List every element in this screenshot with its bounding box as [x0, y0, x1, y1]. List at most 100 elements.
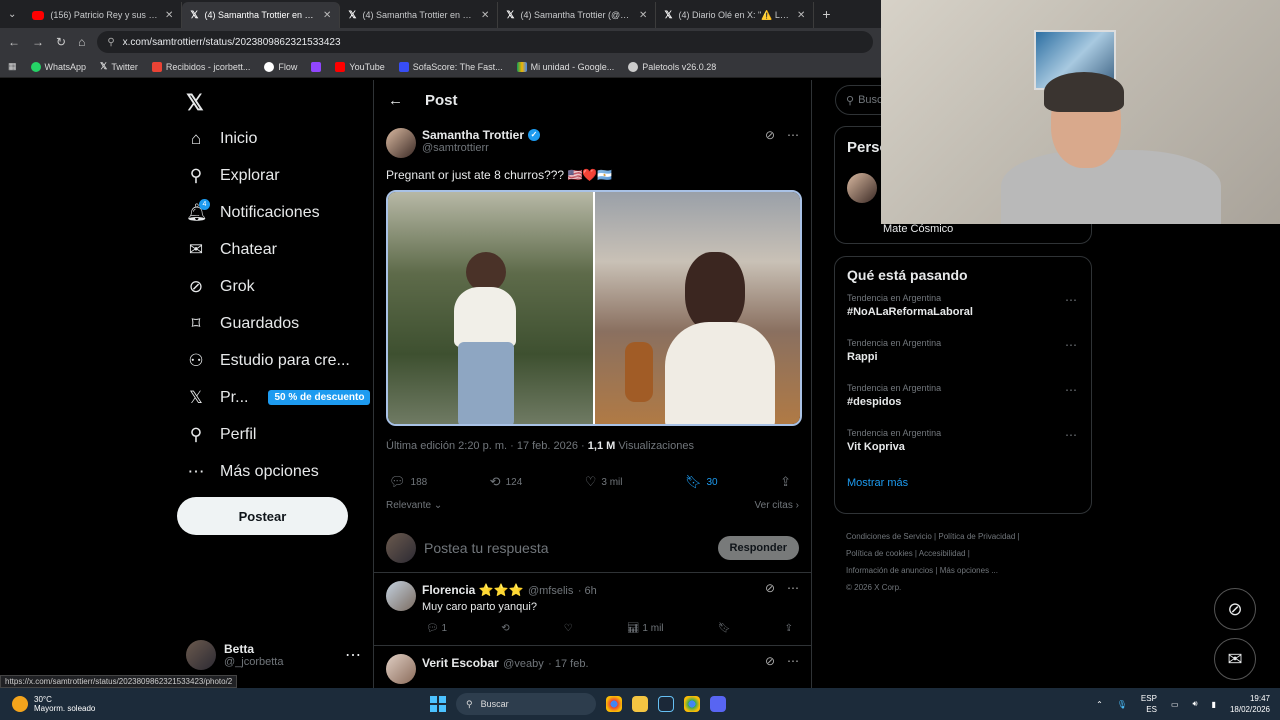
grok-float-button[interactable]: ⊘ [1214, 588, 1256, 630]
grok-icon[interactable]: ⊘ [765, 654, 775, 684]
repost-icon[interactable]: ⟲ [501, 623, 509, 634]
reply-input[interactable]: Postea tu respuesta [424, 540, 710, 556]
share-icon[interactable]: ⇪ [785, 623, 793, 634]
account-switcher[interactable]: Betta @_jcorbetta ⋯ [186, 640, 361, 670]
reply-button[interactable]: 💬︎ 1 [426, 623, 447, 634]
url-field[interactable]: ⚲ x.com/samtrottierr/status/2023809862321… [97, 31, 873, 53]
like-button[interactable]: ♡ 3 mil [585, 474, 623, 490]
post-button[interactable]: Postear [177, 497, 348, 535]
sidebar-item-chatear[interactable]: ✉ Chatear [178, 231, 374, 268]
forward-icon[interactable]: → [32, 35, 44, 49]
author-name[interactable]: Samantha Trottier [422, 128, 524, 142]
share-button[interactable]: ⇪ [780, 474, 791, 490]
reply-avatar[interactable] [386, 581, 416, 611]
sidebar-item-grok[interactable]: ⊘ Grok [178, 268, 374, 305]
back-arrow-icon[interactable]: ← [388, 92, 403, 109]
heart-icon[interactable]: ♡ [564, 623, 573, 634]
post-photo-2[interactable] [593, 192, 800, 424]
x-logo-icon[interactable]: 𝕏 [178, 90, 374, 120]
browser-tab-youtube[interactable]: (156) Patricio Rey y sus Redondi✕ [24, 2, 183, 28]
footer-link[interactable]: Política de Privacidad [938, 532, 1015, 541]
grok-icon[interactable]: ⊘ [765, 128, 775, 142]
weather-widget[interactable]: 30°C Mayorm. soleado [0, 695, 430, 713]
tab-menu-icon[interactable]: ⌄ [0, 9, 24, 20]
steam-icon[interactable] [658, 696, 674, 712]
new-tab-icon[interactable]: + [814, 6, 830, 22]
back-icon[interactable]: ← [8, 35, 20, 49]
sidebar-item-inicio[interactable]: ⌂ Inicio [178, 120, 374, 157]
more-icon[interactable]: ⋯ [787, 581, 799, 613]
site-info-icon[interactable]: ⚲ [107, 37, 114, 48]
reply-avatar[interactable] [386, 654, 416, 684]
footer-link[interactable]: Información de anuncios [846, 566, 933, 575]
more-icon[interactable]: ⋯ [1065, 338, 1077, 352]
grok-icon[interactable]: ⊘ [765, 581, 775, 613]
bookmark-whatsapp[interactable]: WhatsApp [30, 61, 86, 72]
footer-link[interactable]: Política de cookies [846, 549, 913, 558]
reply-button[interactable]: 💬︎ 188 [389, 474, 427, 490]
bookmark-drive[interactable]: Mi unidad - Google... [516, 61, 614, 72]
close-icon[interactable]: ✕ [797, 10, 805, 21]
more-icon[interactable]: ⋯ [1065, 428, 1077, 442]
close-icon[interactable]: ✕ [323, 10, 331, 21]
browser-tab[interactable]: 𝕏(4) Samantha Trottier en X: "Gra✕ [340, 2, 499, 28]
quotes-link[interactable]: Ver citas › [755, 500, 799, 511]
microphone-icon[interactable]: 🎙︎ [1117, 700, 1127, 709]
reply-item[interactable]: Verit Escobar @veaby · 17 feb. ⊘ ⋯ [374, 646, 811, 688]
more-icon[interactable]: ⋯ [787, 128, 799, 142]
sidebar-item-premium[interactable]: 𝕏 Pr... 50 % de descuento [178, 379, 374, 416]
footer-link[interactable]: Condiciones de Servicio [846, 532, 932, 541]
more-icon[interactable]: ⋯ [787, 654, 799, 684]
sidebar-item-mas-opciones[interactable]: ⋯ Más opciones [178, 453, 374, 490]
bookmark-button[interactable]: 🔖︎ 30 [685, 474, 718, 490]
more-icon[interactable]: ⋯ [1065, 383, 1077, 397]
trend-item[interactable]: Tendencia en Argentina Vit Kopriva ⋯ [835, 428, 1091, 473]
bookmark-paletools[interactable]: Paletools v26.0.28 [628, 61, 716, 72]
bookmark-gmail[interactable]: Recibidos - jcorbett... [151, 61, 250, 72]
reply-item[interactable]: Florencia ⭐⭐⭐ @mfselis · 6h Muy caro par… [374, 573, 811, 646]
bookmark-twitch[interactable] [311, 61, 322, 72]
browser-tab[interactable]: 𝕏(4) Diario Olé en X: "⚠️ La defe✕ [656, 2, 815, 28]
repost-button[interactable]: ⟲ 124 [490, 474, 523, 490]
show-more-link[interactable]: Mostrar más [835, 477, 1091, 489]
post-photo-1[interactable] [388, 192, 593, 424]
trend-item[interactable]: Tendencia en Argentina #despidos ⋯ [835, 383, 1091, 428]
footer-link[interactable]: Accesibilidad [919, 549, 966, 558]
close-icon[interactable]: ✕ [639, 10, 647, 21]
close-icon[interactable]: ✕ [165, 10, 173, 21]
footer-link[interactable]: Más opciones ... [940, 566, 998, 575]
bookmark-flow[interactable]: Flow [264, 61, 297, 72]
chrome-icon[interactable] [684, 696, 700, 712]
sort-dropdown[interactable]: Relevante ⌄ [386, 500, 442, 511]
file-explorer-icon[interactable] [632, 696, 648, 712]
author-avatar[interactable] [386, 128, 416, 158]
bookmark-sofascore[interactable]: SofaScore: The Fast... [398, 61, 503, 72]
author-handle[interactable]: @samtrottierr [422, 142, 759, 154]
network-icon[interactable]: ▭ [1171, 700, 1179, 709]
browser-tab-active[interactable]: 𝕏(4) Samantha Trottier en X: "Pre✕ [182, 2, 341, 28]
more-icon[interactable]: ⋯ [1065, 293, 1077, 307]
clock[interactable]: 19:47 18/02/2026 [1230, 693, 1270, 715]
sidebar-item-estudio[interactable]: ⚇ Estudio para cre... [178, 342, 374, 379]
sidebar-item-guardados[interactable]: ⌑ Guardados [178, 305, 374, 342]
volume-icon[interactable]: 🔊︎ [1193, 699, 1198, 709]
reload-icon[interactable]: ↻ [56, 35, 66, 49]
sidebar-item-perfil[interactable]: ⚲ Perfil [178, 416, 374, 453]
reply-submit-button[interactable]: Responder [717, 535, 799, 560]
views-button[interactable]: 📊︎ 1 mil [627, 623, 664, 634]
battery-icon[interactable]: ▮ [1212, 700, 1216, 709]
sidebar-item-notificaciones[interactable]: 🔔︎ 4 Notificaciones [178, 194, 374, 231]
taskbar-search[interactable]: ⚲ Buscar [456, 693, 596, 715]
sidebar-item-explorar[interactable]: ⚲ Explorar [178, 157, 374, 194]
messages-float-button[interactable]: ✉ [1214, 638, 1256, 680]
chrome-icon[interactable] [606, 696, 622, 712]
browser-tab[interactable]: 𝕏(4) Samantha Trottier (@samtro✕ [498, 2, 657, 28]
bookmark-youtube[interactable]: YouTube [335, 61, 385, 72]
suggested-name[interactable]: Mate Cósmico [883, 223, 953, 235]
trend-item[interactable]: Tendencia en Argentina Rappi ⋯ [835, 338, 1091, 383]
chevron-up-icon[interactable]: ⌃ [1096, 700, 1103, 709]
start-icon[interactable] [430, 696, 446, 712]
language-indicator[interactable]: ESP ES [1141, 693, 1157, 715]
more-icon[interactable]: ⋯ [345, 645, 361, 665]
bookmark-twitter[interactable]: 𝕏 Twitter [100, 61, 138, 72]
